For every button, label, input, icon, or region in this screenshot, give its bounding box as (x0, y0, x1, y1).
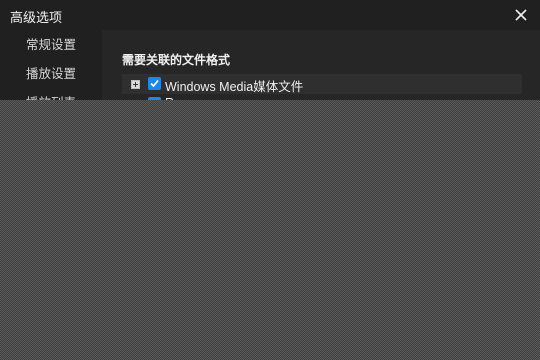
title-bar: 高级选项 (0, 0, 540, 30)
sidebar-item-general[interactable]: 常规设置 (0, 31, 102, 60)
tree-row-windows-media[interactable]: Windows Media媒体文件 (122, 74, 522, 94)
section-title: 需要关联的文件格式 (122, 53, 231, 67)
checkmark-icon (150, 79, 159, 88)
close-icon (515, 9, 527, 21)
sidebar-item-playback[interactable]: 播放设置 (0, 60, 102, 89)
loading-overlay (0, 100, 540, 360)
tree-row-label: Windows Media媒体文件 (165, 80, 304, 94)
checkbox-windows-media[interactable] (148, 77, 161, 90)
expand-plus-icon[interactable] (131, 80, 140, 89)
advanced-options-dialog: 高级选项 常规设置 播放设置 播放列表 需要关联的文件格式 Windows Me… (0, 0, 540, 360)
close-button[interactable] (514, 8, 528, 22)
dialog-title: 高级选项 (10, 10, 63, 25)
